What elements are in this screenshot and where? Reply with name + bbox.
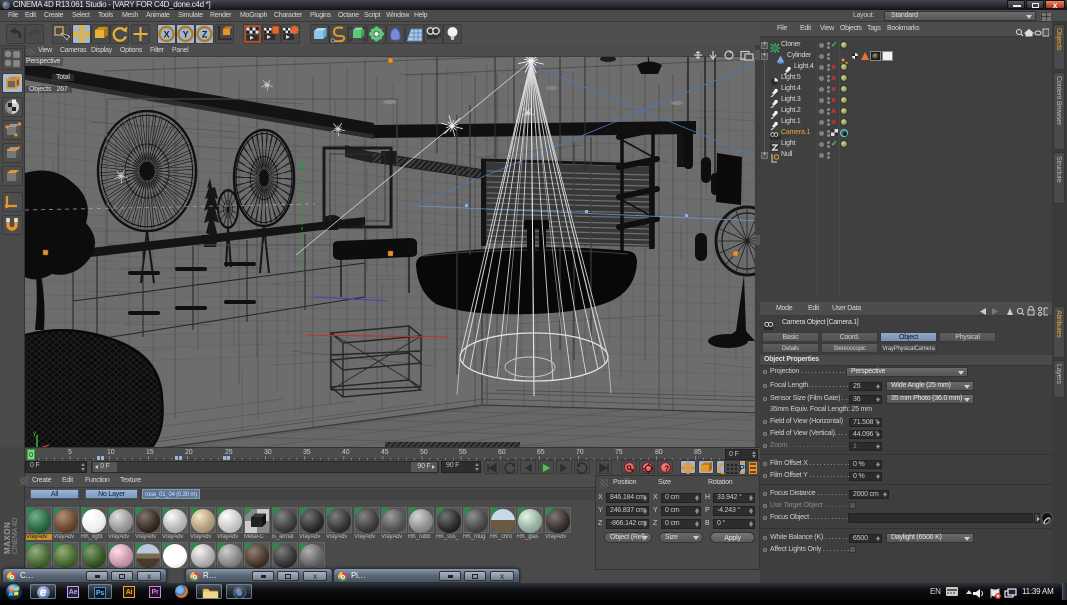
svg-text:X: X <box>164 30 170 40</box>
svg-text:?: ? <box>664 464 669 473</box>
svg-text:y: y <box>33 431 36 437</box>
svg-text:Y: Y <box>183 30 189 40</box>
svg-text:Z: Z <box>202 30 208 40</box>
